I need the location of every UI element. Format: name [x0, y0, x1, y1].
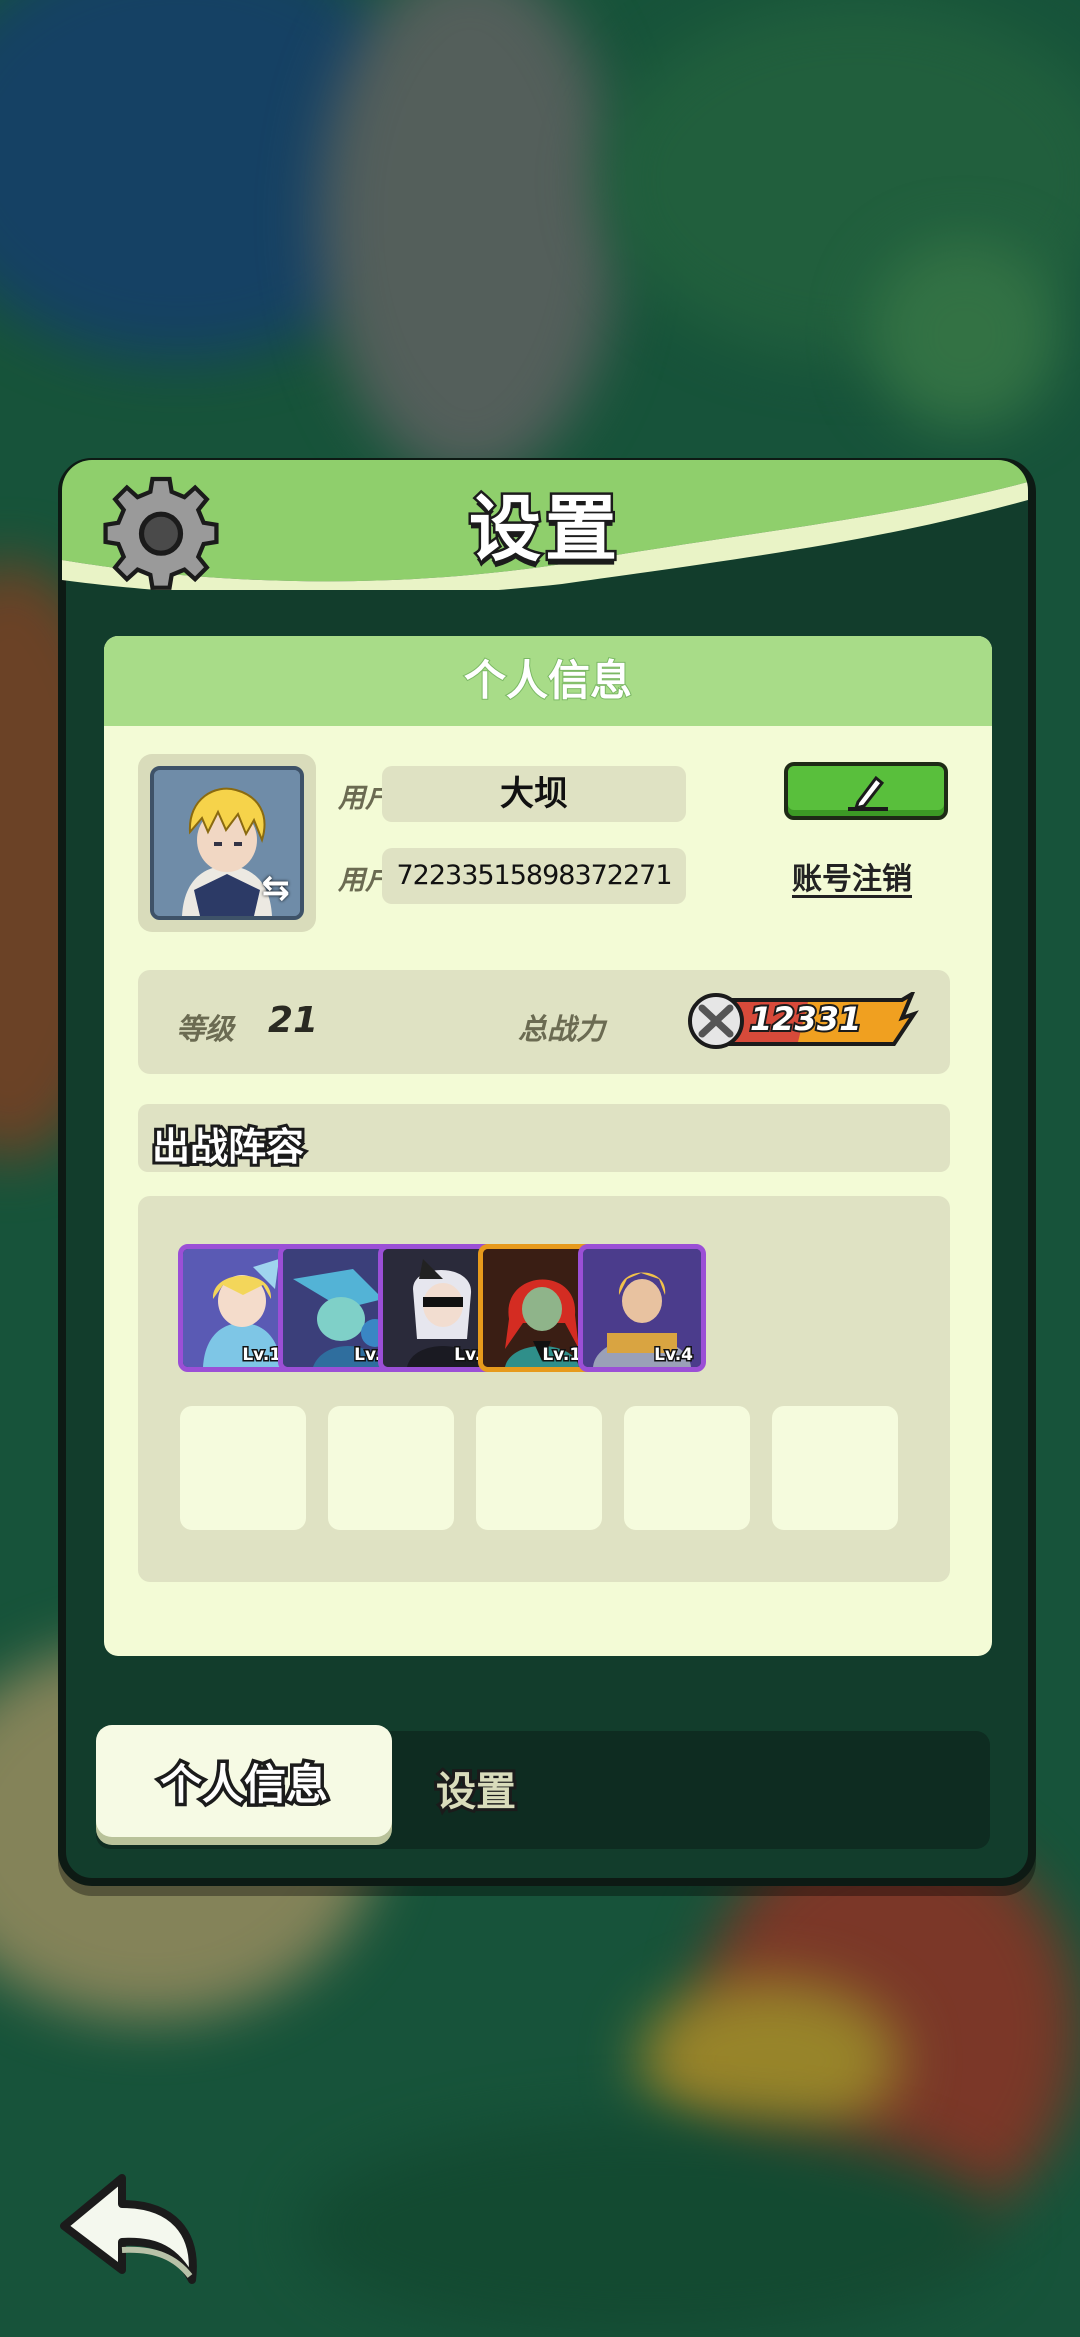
tab-settings[interactable]: 设置 — [433, 1759, 519, 1818]
hero-level: Lv.4 — [653, 1344, 695, 1367]
avatar-frame: ⇆ — [138, 754, 316, 932]
tab-personal-info[interactable]: 个人信息 — [96, 1725, 392, 1837]
avatar[interactable]: ⇆ — [150, 766, 304, 920]
back-arrow-icon[interactable] — [52, 2170, 202, 2290]
level-label: 等级 — [176, 1012, 235, 1046]
level-value: 21 — [268, 1000, 319, 1041]
power-label: 总战力 — [518, 1012, 606, 1046]
account-deletion-link[interactable]: 账号注销 — [792, 854, 912, 898]
profile-card: 个人信息 ⇆ 用户昵称 大坝 用 — [104, 636, 992, 1656]
user-id-field: 72233515898372271 — [382, 848, 686, 904]
settings-panel: 设置 个人信息 ⇆ 大坝 用户 72233515898372271 账号注销 等… — [58, 458, 1036, 1886]
tab-label: 个人信息 — [156, 1757, 331, 1813]
empty-slot[interactable] — [772, 1406, 898, 1530]
power-value: 12331 — [748, 998, 863, 1040]
lineup-grid: Lv.10 Lv.5 Lv.6 Lv.10 Lv.4 — [138, 1196, 950, 1582]
empty-slot[interactable] — [476, 1406, 602, 1530]
empty-slot[interactable] — [328, 1406, 454, 1530]
lineup-title: 出战阵容 — [149, 1122, 307, 1172]
tab-bar: 个人信息 设置 — [96, 1725, 990, 1849]
empty-slot[interactable] — [624, 1406, 750, 1530]
edit-nickname-button[interactable] — [784, 762, 948, 820]
pencil-icon — [848, 775, 888, 811]
profile-section-title: 个人信息 — [104, 636, 992, 726]
nickname-field: 大坝 — [382, 766, 686, 822]
gear-icon — [103, 476, 219, 590]
stats-bar: 等级 21 总战力 12331 — [138, 970, 950, 1074]
hero-slot-5[interactable]: Lv.4 — [578, 1244, 706, 1372]
empty-slot[interactable] — [180, 1406, 306, 1530]
swap-icon: ⇆ — [261, 868, 291, 908]
lineup-header: 出战阵容 — [138, 1104, 950, 1172]
power-badge: 12331 — [688, 992, 920, 1050]
